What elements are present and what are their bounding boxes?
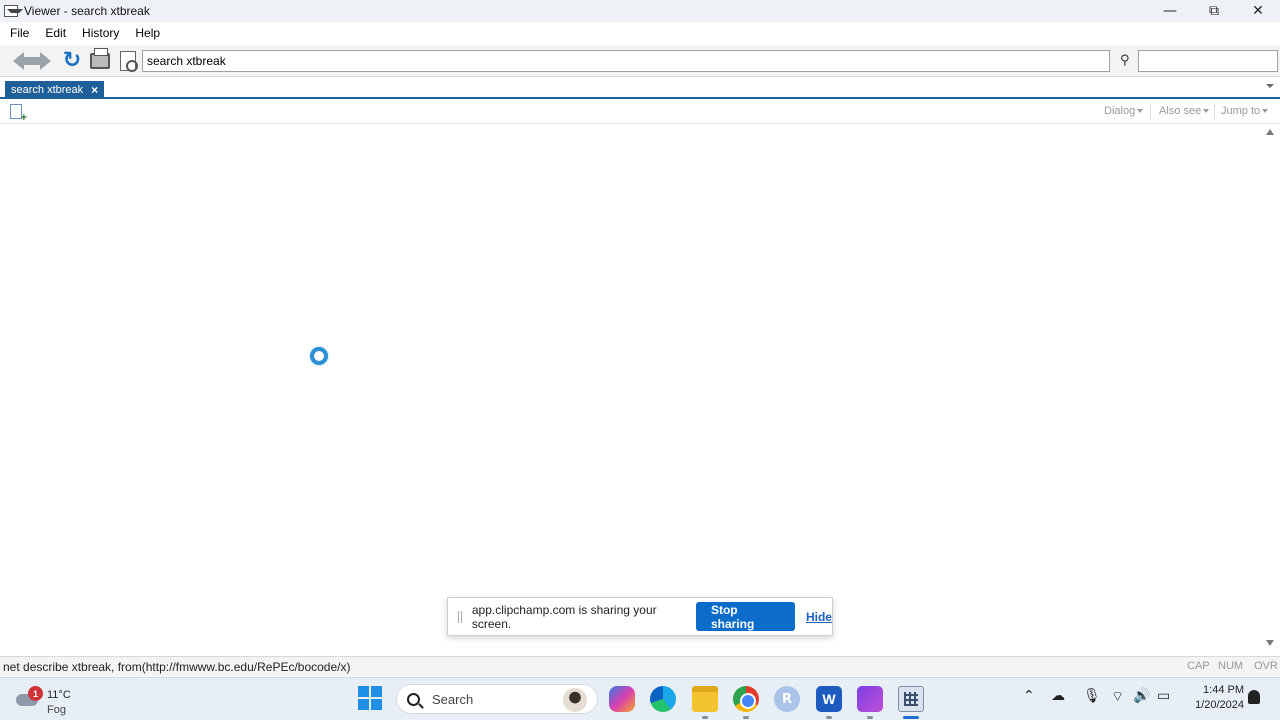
clipchamp-icon[interactable] — [857, 686, 883, 712]
taskbar-search[interactable]: Search — [396, 684, 598, 714]
chrome-icon[interactable] — [733, 686, 759, 712]
forward-button[interactable] — [30, 50, 57, 72]
num-indicator: NUM — [1218, 660, 1244, 672]
window-controls: — ⧉ ✕ — [1148, 0, 1280, 22]
title-bar: Viewer - search xtbreak — ⧉ ✕ — [0, 0, 1280, 22]
running-indicator — [867, 716, 873, 719]
running-indicator — [743, 716, 749, 719]
search-icon — [407, 692, 420, 706]
windows-logo-pane — [371, 699, 382, 710]
edge-icon[interactable] — [650, 686, 676, 712]
refresh-icon: ↻ — [62, 48, 82, 73]
status-text: net describe xtbreak, from(http://fmwww.… — [3, 659, 351, 674]
menu-edit[interactable]: Edit — [35, 26, 72, 40]
viewer-content[interactable] — [4, 125, 1260, 652]
weather-badge: 1 — [28, 686, 43, 701]
windows-logo-pane — [371, 686, 382, 697]
sharing-message: app.clipchamp.com is sharing your screen… — [471, 602, 657, 631]
screen-sharing-banner: app.clipchamp.com is sharing your screen… — [447, 597, 833, 636]
weather-temperature: 11°C — [47, 689, 71, 701]
new-tab-icon[interactable] — [10, 104, 27, 124]
menu-help[interactable]: Help — [125, 26, 166, 40]
loading-spinner-icon — [310, 347, 328, 365]
back-button[interactable] — [6, 50, 32, 72]
volume-icon[interactable]: 🔊 — [1133, 688, 1150, 704]
find-in-document-button[interactable] — [116, 50, 140, 72]
menu-history[interactable]: History — [72, 26, 125, 40]
dialog-menu-label: Dialog — [1104, 105, 1136, 117]
find-input[interactable] — [1138, 50, 1278, 72]
notification-bell-icon[interactable] — [1248, 690, 1260, 704]
tab-search-xtbreak[interactable]: search xtbreak × — [5, 81, 105, 99]
printer-icon — [90, 48, 110, 69]
viewer-subtoolbar: Dialog Also see Jump to — [0, 100, 1280, 124]
refresh-button[interactable]: ↻ — [60, 50, 84, 72]
status-bar: net describe xtbreak, from(http://fmwww.… — [0, 656, 1280, 676]
jump-to-menu[interactable]: Jump to — [1221, 105, 1269, 117]
weather-widget[interactable]: 1 11°C Fog — [14, 684, 94, 716]
command-input[interactable] — [142, 50, 1110, 72]
chevron-down-icon — [1137, 109, 1144, 113]
windows-logo-pane — [358, 699, 369, 710]
close-button[interactable]: ✕ — [1236, 0, 1280, 22]
forward-arrow-icon — [30, 52, 51, 70]
menu-file[interactable]: File — [0, 26, 35, 40]
also-see-menu[interactable]: Also see — [1159, 105, 1210, 117]
viewer-app-icon — [4, 5, 23, 17]
tab-strip: search xtbreak × — [0, 78, 1280, 99]
onedrive-icon[interactable]: ☁ — [1051, 688, 1065, 704]
chevron-down-icon — [1262, 109, 1269, 113]
taskbar: 1 11°C Fog Search R W ⌃ ☁ 🎙 ⌔ 🔊 ▭ 1:44 P… — [0, 677, 1280, 720]
dialog-menu[interactable]: Dialog — [1104, 105, 1144, 117]
search-highlight-icon — [563, 688, 587, 712]
show-hidden-icons-chevron-icon[interactable]: ⌃ — [1023, 688, 1035, 704]
windows-logo-icon — [358, 686, 369, 697]
hide-banner-link[interactable]: Hide — [806, 610, 832, 624]
maximize-button[interactable]: ⧉ — [1192, 0, 1236, 22]
file-explorer-icon[interactable] — [692, 686, 718, 712]
running-indicator — [826, 716, 832, 719]
drag-handle-icon[interactable] — [458, 610, 462, 623]
r-app-icon[interactable]: R — [774, 686, 800, 712]
separator — [1150, 104, 1151, 120]
tab-label: search xtbreak — [11, 84, 84, 96]
vertical-scrollbar[interactable] — [1262, 125, 1278, 652]
taskbar-search-label: Search — [432, 691, 474, 707]
start-button[interactable] — [358, 686, 382, 710]
microphone-icon[interactable]: 🎙 — [1083, 688, 1101, 704]
ovr-indicator: OVR — [1254, 660, 1278, 672]
minimize-button[interactable]: — — [1148, 0, 1192, 22]
battery-icon[interactable]: ▭ — [1157, 688, 1170, 704]
clock[interactable]: 1:44 PM 1/20/2024 — [1184, 683, 1244, 713]
word-icon[interactable]: W — [816, 686, 842, 712]
also-see-menu-label: Also see — [1159, 105, 1202, 117]
scroll-down-icon[interactable] — [1266, 640, 1274, 646]
document-search-icon — [120, 51, 138, 72]
chevron-down-icon — [1203, 109, 1210, 113]
running-indicator — [702, 716, 708, 719]
clock-date: 1/20/2024 — [1195, 699, 1244, 711]
copilot-icon[interactable] — [609, 686, 635, 712]
tab-close-icon[interactable]: × — [91, 83, 98, 97]
weather-condition: Fog — [47, 704, 66, 716]
menu-bar: File Edit History Help — [0, 22, 1280, 44]
print-button[interactable] — [88, 48, 112, 72]
separator — [1214, 104, 1215, 120]
active-indicator — [903, 716, 919, 719]
back-arrow-icon — [12, 52, 32, 70]
caps-indicator: CAP — [1187, 660, 1210, 672]
find-icon[interactable]: ⚲ — [1120, 53, 1136, 69]
stata-icon[interactable] — [898, 686, 924, 712]
stop-sharing-button[interactable]: Stop sharing — [695, 602, 795, 631]
jump-to-menu-label: Jump to — [1221, 105, 1261, 117]
scroll-up-icon[interactable] — [1266, 129, 1274, 135]
window-title: Viewer - search xtbreak — [24, 4, 150, 18]
wifi-icon[interactable]: ⌔ — [1111, 688, 1124, 706]
clock-time: 1:44 PM — [1203, 684, 1244, 696]
tab-list-dropdown-icon[interactable] — [1266, 84, 1274, 88]
